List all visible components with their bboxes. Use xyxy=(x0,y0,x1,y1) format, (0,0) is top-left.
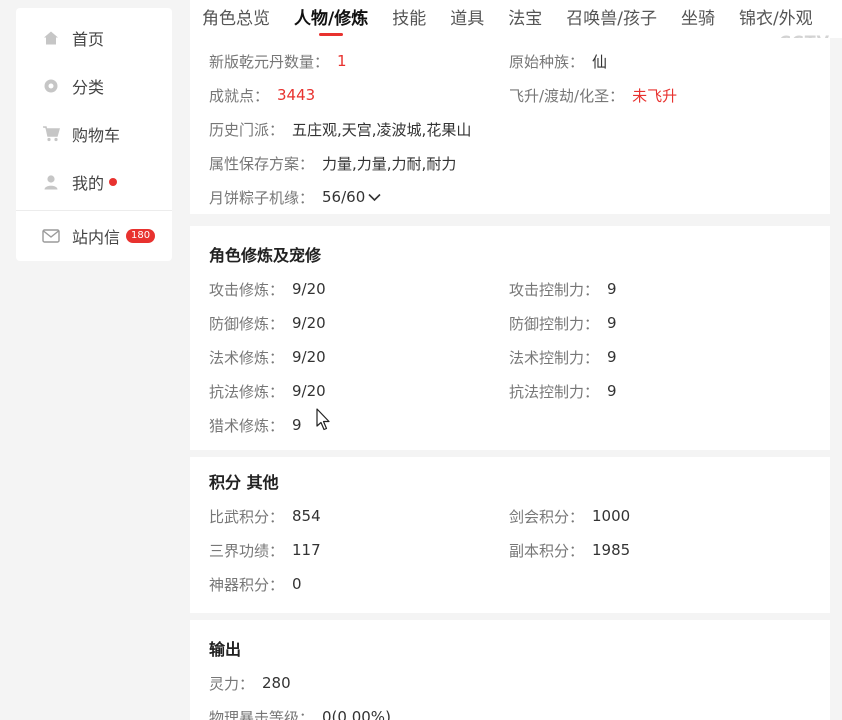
defense-control: 防御控制力： 9 xyxy=(509,314,617,333)
physical-crit-level: 物理暴击等级： 0(0.00%) xyxy=(209,708,391,720)
info-row: 比武积分： 854 剑会积分： 1000 xyxy=(209,499,811,533)
sidebar-item-label: 分类 xyxy=(72,78,105,97)
spirit-power: 灵力： 280 xyxy=(209,674,291,693)
profile-card: 新版乾元丹数量： 1 原始种族： 仙 成就点： 3443 飞升/渡劫/化圣： 未… xyxy=(190,38,830,214)
dungeon-points: 副本积分： 1985 xyxy=(509,541,631,560)
sidebar-item-label: 首页 xyxy=(72,30,105,49)
magic-cultivation: 法术修炼： 9/20 xyxy=(209,348,326,367)
pvp-points: 比武积分： 854 xyxy=(209,507,321,526)
sidebar: 首页 分类 购物车 我的 站内信 180 xyxy=(16,8,172,261)
output-card: 输出 灵力： 280 物理暴击等级： 0(0.00%) xyxy=(190,620,830,720)
sidebar-item-category[interactable]: 分类 xyxy=(16,62,172,110)
sidebar-item-cart[interactable]: 购物车 xyxy=(16,110,172,158)
tab-mounts[interactable]: 坐骑 xyxy=(669,0,727,38)
points-card: 积分 其他 比武积分： 854 剑会积分： 1000 三界功绩： 117 副本积… xyxy=(190,457,830,613)
info-row: 物理暴击等级： 0(0.00%) xyxy=(209,700,811,720)
race-field: 原始种族： 仙 xyxy=(509,52,608,71)
sidebar-item-messages[interactable]: 站内信 180 xyxy=(16,211,172,261)
artifact-points: 神器积分： 0 xyxy=(209,575,302,594)
section-title: 积分 其他 xyxy=(209,473,279,492)
attack-cultivation: 攻击修炼： 9/20 xyxy=(209,280,326,299)
section-title: 角色修炼及宠修 xyxy=(209,246,322,265)
message-count-badge: 180 xyxy=(126,229,156,243)
info-row: 攻击修炼： 9/20 攻击控制力： 9 xyxy=(209,272,811,306)
info-row: 灵力： 280 xyxy=(209,666,811,700)
info-row: 成就点： 3443 飞升/渡劫/化圣： 未飞升 xyxy=(209,78,811,112)
sidebar-item-label: 购物车 xyxy=(72,126,121,145)
defense-cultivation: 防御修炼： 9/20 xyxy=(209,314,326,333)
info-row: 神器积分： 0 xyxy=(209,567,811,601)
tab-pets[interactable]: 召唤兽/孩子 xyxy=(554,0,669,38)
ascend-field: 飞升/渡劫/化圣： 未飞升 xyxy=(509,86,678,105)
info-row: 法术修炼： 9/20 法术控制力： 9 xyxy=(209,340,811,374)
tab-outfits[interactable]: 锦衣/外观 xyxy=(727,0,825,38)
magic-control: 法术控制力： 9 xyxy=(509,348,617,367)
info-row: 猎术修炼： 9 xyxy=(209,408,811,442)
info-row: 三界功绩： 117 副本积分： 1985 xyxy=(209,533,811,567)
qianyuandan-field: 新版乾元丹数量： 1 xyxy=(209,52,347,71)
notification-dot xyxy=(109,178,118,186)
resist-control: 抗法控制力： 9 xyxy=(509,382,617,401)
sidebar-item-mine[interactable]: 我的 xyxy=(16,158,172,206)
tab-bar: 角色总览 人物/修炼 技能 道具 法宝 召唤兽/孩子 坐骑 锦衣/外观 xyxy=(190,0,842,38)
sidebar-item-label: 我的 xyxy=(72,174,105,193)
achievement-field: 成就点： 3443 xyxy=(209,86,316,105)
attr-plan-field: 属性保存方案： 力量,力量,力耐,耐力 xyxy=(209,154,457,173)
hunting-cultivation: 猎术修炼： 9 xyxy=(209,416,302,435)
tab-skills[interactable]: 技能 xyxy=(380,0,438,38)
home-icon xyxy=(42,29,60,47)
sidebar-item-label: 站内信 xyxy=(72,228,121,247)
tab-overview[interactable]: 角色总览 xyxy=(190,0,282,38)
attack-control: 攻击控制力： 9 xyxy=(509,280,617,299)
history-field: 历史门派： 五庄观,天宫,凌波城,花果山 xyxy=(209,120,472,139)
section-title: 输出 xyxy=(209,640,242,659)
cart-icon xyxy=(42,125,60,143)
tab-items[interactable]: 道具 xyxy=(438,0,496,38)
chevron-down-icon[interactable] xyxy=(368,193,381,202)
realm-merit: 三界功绩： 117 xyxy=(209,541,321,560)
info-row: 属性保存方案： 力量,力量,力耐,耐力 xyxy=(209,146,811,180)
info-row: 月饼粽子机缘： 56/60 xyxy=(209,180,811,214)
info-row: 历史门派： 五庄观,天宫,凌波城,花果山 xyxy=(209,112,811,146)
user-icon xyxy=(42,173,60,191)
info-row: 防御修炼： 9/20 防御控制力： 9 xyxy=(209,306,811,340)
mail-icon xyxy=(42,227,60,245)
sidebar-item-home[interactable]: 首页 xyxy=(16,14,172,62)
info-row: 新版乾元丹数量： 1 原始种族： 仙 xyxy=(209,44,811,78)
sword-points: 剑会积分： 1000 xyxy=(509,507,631,526)
sidebar-nav: 首页 分类 购物车 我的 xyxy=(16,8,172,211)
category-icon xyxy=(42,77,60,95)
mooncake-field[interactable]: 月饼粽子机缘： 56/60 xyxy=(209,187,509,208)
resist-cultivation: 抗法修炼： 9/20 xyxy=(209,382,326,401)
tab-treasures[interactable]: 法宝 xyxy=(496,0,554,38)
info-row: 抗法修炼： 9/20 抗法控制力： 9 xyxy=(209,374,811,408)
cultivation-card: 角色修炼及宠修 攻击修炼： 9/20 攻击控制力： 9 防御修炼： 9/20 防… xyxy=(190,226,830,450)
tab-character-cultivation[interactable]: 人物/修炼 xyxy=(282,0,380,38)
